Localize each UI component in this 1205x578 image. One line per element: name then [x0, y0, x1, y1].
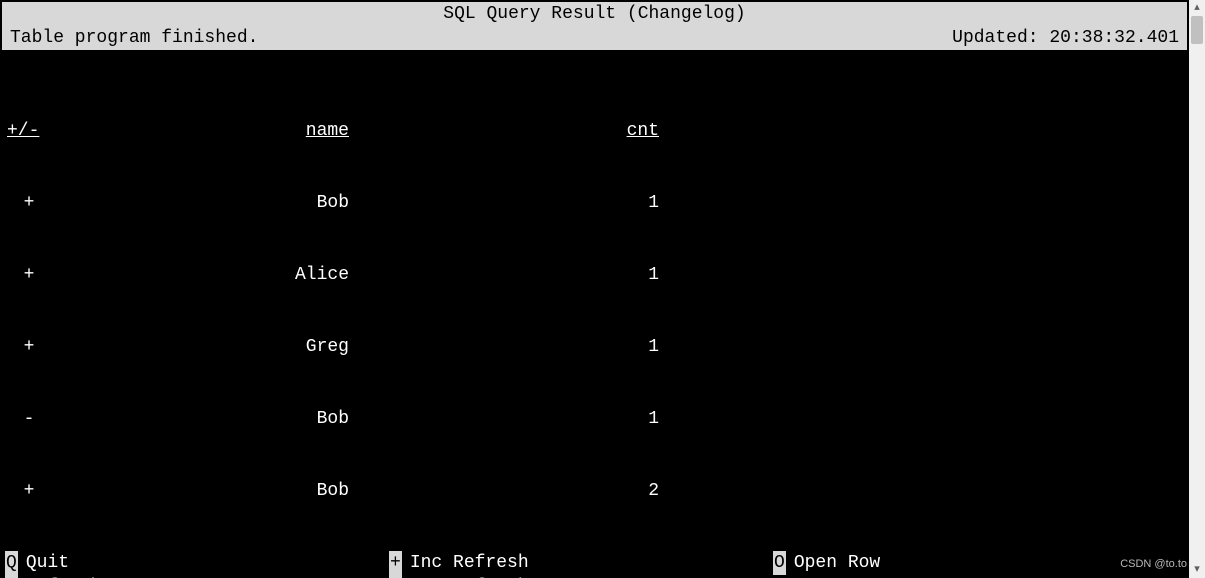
table-row[interactable]: - Bob 1: [7, 407, 1182, 431]
col-header-op: +/-: [7, 119, 51, 143]
cell-name: Bob: [51, 479, 351, 503]
col-header-cnt: cnt: [371, 119, 661, 143]
keycap: Q: [5, 551, 18, 575]
scroll-up-button[interactable]: ▴: [1189, 0, 1205, 16]
status-message: Table program finished.: [10, 26, 258, 50]
cell-op: +: [7, 263, 51, 287]
cell-op: +: [7, 479, 51, 503]
cell-cnt: 1: [371, 407, 661, 431]
cell-name: Alice: [51, 263, 351, 287]
key-hint-quit[interactable]: Q Quit: [5, 551, 389, 575]
cell-cnt: 2: [371, 479, 661, 503]
footer-row: Q Quit + Inc Refresh O Open Row: [5, 551, 1184, 575]
scrollbar[interactable]: ▴ ▾: [1189, 0, 1205, 578]
watermark: CSDN @to.to: [1120, 552, 1187, 576]
cell-op: +: [7, 335, 51, 359]
scroll-thumb[interactable]: [1191, 16, 1203, 44]
cell-op: +: [7, 191, 51, 215]
scroll-down-button[interactable]: ▾: [1189, 562, 1205, 578]
keycap: O: [773, 551, 786, 575]
table-row[interactable]: + Bob 2: [7, 479, 1182, 503]
keylabel: Open Row: [794, 551, 880, 575]
table-row[interactable]: + Alice 1: [7, 263, 1182, 287]
terminal-window: SQL Query Result (Changelog) Table progr…: [0, 0, 1189, 578]
cell-name: Bob: [51, 191, 351, 215]
cell-cnt: 1: [371, 191, 661, 215]
title-bar: SQL Query Result (Changelog): [1, 1, 1188, 26]
cell-name: Greg: [51, 335, 351, 359]
key-hint-inc-refresh[interactable]: + Inc Refresh: [389, 551, 773, 575]
cell-cnt: 1: [371, 335, 661, 359]
footer-keymap: Q Quit + Inc Refresh O Open Row R Refres…: [1, 551, 1188, 578]
result-content: +/- name cnt + Bob 1 + Alice 1 + Greg 1 …: [1, 51, 1188, 551]
keycap: +: [389, 551, 402, 575]
keylabel: Inc Refresh: [410, 551, 529, 575]
col-header-name: name: [51, 119, 351, 143]
status-bar: Table program finished. Updated: 20:38:3…: [1, 26, 1188, 51]
status-updated: Updated: 20:38:32.401: [952, 26, 1179, 50]
table-row[interactable]: + Greg 1: [7, 335, 1182, 359]
cell-name: Bob: [51, 407, 351, 431]
cell-op: -: [7, 407, 51, 431]
cell-cnt: 1: [371, 263, 661, 287]
table-row[interactable]: + Bob 1: [7, 191, 1182, 215]
table-header-row: +/- name cnt: [7, 119, 1182, 143]
window-title: SQL Query Result (Changelog): [443, 4, 745, 24]
keylabel: Quit: [26, 551, 69, 575]
